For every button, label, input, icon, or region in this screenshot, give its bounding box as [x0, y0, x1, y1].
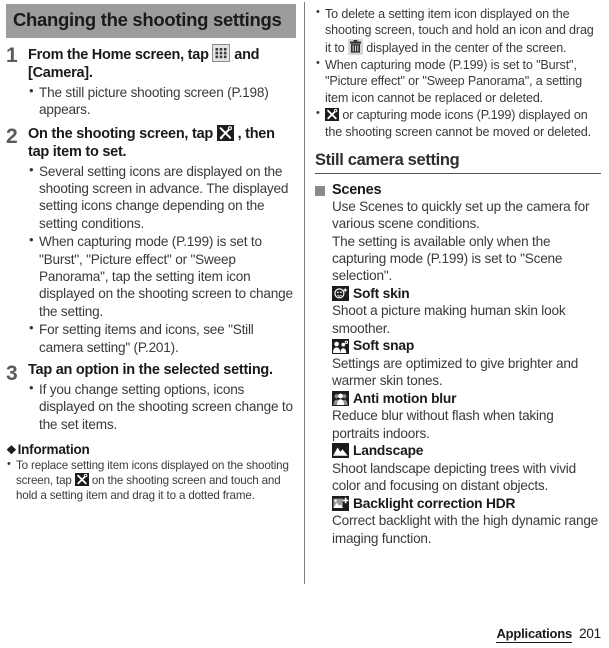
information-item: To replace setting item icons displayed … [6, 457, 294, 503]
soft-snap-icon [332, 338, 349, 354]
scene-landscape-name: Landscape [332, 442, 601, 460]
step-2-number: 2 [6, 124, 18, 148]
trash-icon [347, 38, 363, 55]
step-2-title-part-1: On the shooting screen, tap [28, 125, 213, 142]
scene-soft-skin-desc: Shoot a picture making human skin look s… [332, 303, 566, 336]
scene-landscape-desc: Shoot landscape depicting trees with viv… [332, 460, 576, 494]
step-1-title-part-1: From the Home screen, tap [28, 46, 209, 63]
scene-anti-motion-blur-desc: Reduce blur without flash when taking po… [332, 408, 554, 441]
scenes-intro-2: The setting is available only when the c… [332, 233, 563, 284]
step-3-bullets: If you change setting options, icons dis… [28, 380, 294, 433]
left-column: Changing the shooting settings 1 From th… [0, 0, 304, 648]
scene-name-label: Backlight correction HDR [353, 495, 516, 511]
information-heading: ❖ Information [6, 442, 294, 457]
bullet: The still picture shooting screen (P.198… [28, 83, 294, 119]
page-footer: Applications 201 [496, 626, 601, 643]
step-3-body: Tap an option in the selected setting. I… [28, 362, 294, 433]
information-item: To delete a setting item icon displayed … [315, 5, 601, 56]
soft-skin-icon [332, 286, 349, 302]
scene-name-label: Soft skin [353, 285, 410, 301]
tools-icon [74, 473, 89, 487]
scenes-intro-1: Use Scenes to quickly set up the camera … [332, 198, 590, 232]
step-1-body: From the Home screen, tap and [Camera]. … [28, 43, 294, 119]
step-1-bullets: The still picture shooting screen (P.198… [28, 83, 294, 119]
step-2-body: On the shooting screen, tap , then tap i… [28, 124, 294, 356]
information-item: or capturing mode icons (P.199) displaye… [315, 106, 601, 140]
tools-icon [216, 124, 234, 141]
right-column: To delete a setting item icon displayed … [305, 0, 609, 648]
app-drawer-icon [212, 43, 231, 62]
footer-section-label: Applications [496, 626, 573, 643]
right-top-bullets: To delete a setting item icon displayed … [315, 5, 601, 140]
anti-motion-blur-icon [332, 391, 349, 407]
scene-backlight-hdr-name: Backlight correction HDR [332, 495, 601, 513]
step-2: 2 On the shooting screen, tap , then tap… [6, 124, 294, 356]
scene-anti-motion-blur-name: Anti motion blur [332, 390, 601, 408]
bullet: If you change setting options, icons dis… [28, 380, 294, 433]
step-3: 3 Tap an option in the selected setting.… [6, 362, 294, 433]
tools-icon [325, 108, 339, 122]
scene-name-label: Anti motion blur [353, 390, 457, 406]
page-number: 201 [579, 626, 601, 641]
scene-soft-skin-name: Soft skin [332, 285, 601, 303]
scenes-subheading-label: Scenes [332, 181, 382, 198]
manual-page: Changing the shooting settings 1 From th… [0, 0, 609, 648]
backlight-hdr-icon [332, 495, 349, 511]
scene-soft-snap-desc: Settings are optimized to give brighter … [332, 355, 579, 389]
step-3-title: Tap an option in the selected setting. [28, 361, 273, 378]
step-1-number: 1 [6, 43, 18, 67]
information-heading-label: Information [17, 442, 90, 458]
step-1: 1 From the Home screen, tap and [Camera]… [6, 43, 294, 119]
step-2-bullets: Several setting icons are displayed on t… [28, 162, 294, 356]
bullet: For setting items and icons, see "Still … [28, 320, 294, 356]
scene-name-label: Landscape [353, 443, 424, 459]
information-item: When capturing mode (P.199) is set to "B… [315, 56, 601, 106]
still-camera-setting-heading: Still camera setting [315, 151, 601, 174]
bullet: When capturing mode (P.199) is set to "B… [28, 232, 294, 320]
scenes-subheading: Scenes [315, 182, 601, 198]
bullet: Several setting icons are displayed on t… [28, 162, 294, 233]
section-title-banner: Changing the shooting settings [6, 4, 296, 38]
scene-backlight-hdr-desc: Correct backlight with the high dynamic … [332, 513, 599, 546]
two-column-layout: Changing the shooting settings 1 From th… [0, 0, 609, 648]
scene-name-label: Soft snap [353, 338, 415, 354]
scene-soft-snap-name: Soft snap [332, 337, 601, 355]
scenes-content: Use Scenes to quickly set up the camera … [315, 198, 601, 547]
bullet-text-2: displayed in the center of the screen. [366, 40, 567, 55]
information-list: To replace setting item icons displayed … [6, 457, 294, 503]
step-1-title: From the Home screen, tap and [Camera]. [28, 43, 294, 83]
step-2-title: On the shooting screen, tap , then tap i… [28, 124, 294, 162]
bullet-text-2: or capturing mode icons (P.199) displaye… [325, 108, 591, 139]
diamond-icon: ❖ [6, 442, 17, 457]
landscape-icon [332, 443, 349, 459]
step-3-number: 3 [6, 361, 18, 385]
square-marker-icon [315, 185, 325, 196]
